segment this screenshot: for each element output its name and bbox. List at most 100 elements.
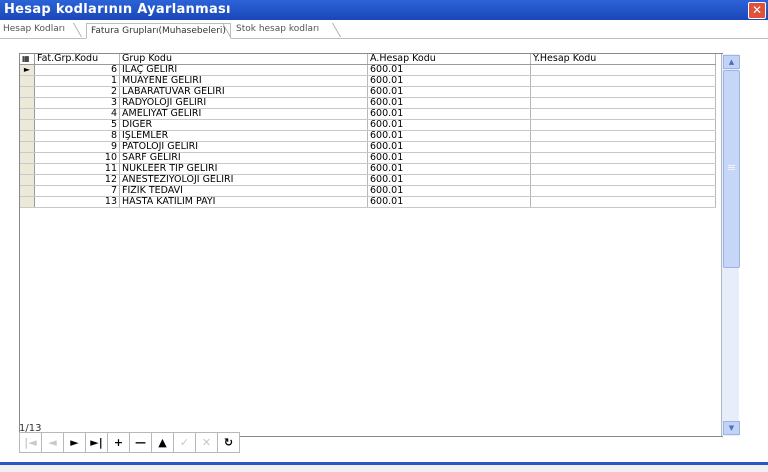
table-row[interactable]: 8 İŞLEMLER 600.01 [20, 130, 716, 142]
y-hesap-kodu-cell[interactable] [530, 119, 716, 131]
y-hesap-kodu-cell[interactable] [530, 86, 716, 98]
nav-cancel-button[interactable]: ✕ [195, 432, 218, 453]
a-hesap-kodu-cell[interactable]: 600.01 [367, 130, 531, 142]
fat-grp-kodu-cell[interactable]: 10 [34, 152, 120, 164]
grup-kodu-cell[interactable]: DİĞER [119, 119, 368, 131]
a-hesap-kodu-cell[interactable]: 600.01 [367, 174, 531, 186]
row-indicator[interactable] [20, 97, 35, 109]
row-indicator[interactable] [20, 185, 35, 197]
a-hesap-kodu-cell[interactable]: 600.01 [367, 97, 531, 109]
grup-kodu-cell[interactable]: LABARATUVAR GELİRİ [119, 86, 368, 98]
row-indicator[interactable] [20, 130, 35, 142]
fat-grp-kodu-cell[interactable]: 12 [34, 174, 120, 186]
tab-fatura-gruplari[interactable]: Fatura Grupları(Muhasebeleri) [86, 23, 231, 39]
tab-hesap-kodlari[interactable]: Hesap Kodları [3, 22, 65, 36]
grup-kodu-cell[interactable]: RADYOLOJİ GELİRİ [119, 97, 368, 109]
y-hesap-kodu-cell[interactable] [530, 108, 716, 120]
fat-grp-kodu-cell[interactable]: 1 [34, 75, 120, 87]
y-hesap-kodu-cell[interactable] [530, 163, 716, 175]
grup-kodu-cell[interactable]: İŞLEMLER [119, 130, 368, 142]
fat-grp-kodu-cell[interactable]: 6 [34, 64, 120, 76]
a-hesap-kodu-cell[interactable]: 600.01 [367, 152, 531, 164]
fat-grp-kodu-cell[interactable]: 4 [34, 108, 120, 120]
nav-next-button[interactable]: ► [63, 432, 86, 453]
current-row-indicator[interactable]: ► [20, 64, 35, 76]
column-header-fat-grp-kodu[interactable]: Fat.Grp.Kodu [34, 54, 120, 65]
y-hesap-kodu-cell[interactable] [530, 64, 716, 76]
y-hesap-kodu-cell[interactable] [530, 141, 716, 153]
a-hesap-kodu-cell[interactable]: 600.01 [367, 108, 531, 120]
row-indicator[interactable] [20, 141, 35, 153]
table-row[interactable]: 3 RADYOLOJİ GELİRİ 600.01 [20, 97, 716, 109]
nav-last-button[interactable]: ►| [85, 432, 108, 453]
row-indicator[interactable] [20, 75, 35, 87]
table-row[interactable]: 9 PATOLOJİ GELİRİ 600.01 [20, 141, 716, 153]
a-hesap-kodu-cell[interactable]: 600.01 [367, 86, 531, 98]
y-hesap-kodu-cell[interactable] [530, 174, 716, 186]
grup-kodu-cell[interactable]: HASTA KATILIM PAYI [119, 196, 368, 208]
fat-grp-kodu-cell[interactable]: 3 [34, 97, 120, 109]
row-indicator[interactable] [20, 152, 35, 164]
y-hesap-kodu-cell[interactable] [530, 152, 716, 164]
a-hesap-kodu-cell[interactable]: 600.01 [367, 119, 531, 131]
table-row[interactable]: 10 SARF GELİRİ 600.01 [20, 152, 716, 164]
column-header-y-hesap-kodu[interactable]: Y.Hesap Kodu [530, 54, 716, 65]
row-indicator[interactable] [20, 119, 35, 131]
a-hesap-kodu-cell[interactable]: 600.01 [367, 185, 531, 197]
a-hesap-kodu-cell[interactable]: 600.01 [367, 75, 531, 87]
fat-grp-kodu-cell[interactable]: 2 [34, 86, 120, 98]
fat-grp-kodu-cell[interactable]: 9 [34, 141, 120, 153]
grup-kodu-cell[interactable]: İLAÇ GELİRİ [119, 64, 368, 76]
fat-grp-kodu-cell[interactable]: 5 [34, 119, 120, 131]
table-row[interactable]: 11 NÜKLEER TIP GELİRİ 600.01 [20, 163, 716, 175]
grup-kodu-cell[interactable]: ANESTEZİYOLOJİ GELİRİ [119, 174, 368, 186]
table-row[interactable]: 12 ANESTEZİYOLOJİ GELİRİ 600.01 [20, 174, 716, 186]
nav-post-button[interactable]: ✓ [173, 432, 196, 453]
a-hesap-kodu-cell[interactable]: 600.01 [367, 141, 531, 153]
tab-stok-hesap-kodlari[interactable]: Stok hesap kodları [236, 22, 319, 36]
table-row[interactable]: 13 HASTA KATILIM PAYI 600.01 [20, 196, 716, 208]
grup-kodu-cell[interactable]: FİZİK TEDAVİ [119, 185, 368, 197]
row-indicator[interactable] [20, 108, 35, 120]
grup-kodu-cell[interactable]: NÜKLEER TIP GELİRİ [119, 163, 368, 175]
fat-grp-kodu-cell[interactable]: 7 [34, 185, 120, 197]
grup-kodu-cell[interactable]: AMELİYAT GELİRİ [119, 108, 368, 120]
nav-refresh-button[interactable]: ↻ [217, 432, 240, 453]
scroll-thumb[interactable] [723, 70, 740, 268]
a-hesap-kodu-cell[interactable]: 600.01 [367, 163, 531, 175]
nav-first-button[interactable]: |◄ [19, 432, 42, 453]
column-header-a-hesap-kodu[interactable]: A.Hesap Kodu [367, 54, 531, 65]
grup-kodu-cell[interactable]: PATOLOJİ GELİRİ [119, 141, 368, 153]
scroll-up-button[interactable]: ▲ [723, 55, 740, 69]
nav-edit-button[interactable]: ▲ [151, 432, 174, 453]
grid-corner-icon[interactable]: ▦ [20, 54, 35, 65]
row-indicator[interactable] [20, 86, 35, 98]
row-indicator[interactable] [20, 196, 35, 208]
grup-kodu-cell[interactable]: SARF GELİRİ [119, 152, 368, 164]
table-row[interactable]: ► 6 İLAÇ GELİRİ 600.01 [20, 64, 716, 76]
table-row[interactable]: 1 MUAYENE GELİRİ 600.01 [20, 75, 716, 87]
fat-grp-kodu-cell[interactable]: 11 [34, 163, 120, 175]
vertical-scrollbar[interactable]: ▲ ▼ [721, 54, 740, 436]
table-row[interactable]: 4 AMELİYAT GELİRİ 600.01 [20, 108, 716, 120]
table-row[interactable]: 7 FİZİK TEDAVİ 600.01 [20, 185, 716, 197]
close-button[interactable]: ✕ [748, 2, 766, 19]
y-hesap-kodu-cell[interactable] [530, 97, 716, 109]
a-hesap-kodu-cell[interactable]: 600.01 [367, 64, 531, 76]
y-hesap-kodu-cell[interactable] [530, 75, 716, 87]
a-hesap-kodu-cell[interactable]: 600.01 [367, 196, 531, 208]
y-hesap-kodu-cell[interactable] [530, 196, 716, 208]
grup-kodu-cell[interactable]: MUAYENE GELİRİ [119, 75, 368, 87]
fat-grp-kodu-cell[interactable]: 8 [34, 130, 120, 142]
row-indicator[interactable] [20, 163, 35, 175]
nav-delete-button[interactable]: — [129, 432, 152, 453]
table-row[interactable]: 5 DİĞER 600.01 [20, 119, 716, 131]
fat-grp-kodu-cell[interactable]: 13 [34, 196, 120, 208]
nav-prior-button[interactable]: ◄ [41, 432, 64, 453]
row-indicator[interactable] [20, 174, 35, 186]
y-hesap-kodu-cell[interactable] [530, 130, 716, 142]
y-hesap-kodu-cell[interactable] [530, 185, 716, 197]
scroll-down-button[interactable]: ▼ [723, 421, 740, 435]
column-header-grup-kodu[interactable]: Grup Kodu [119, 54, 368, 65]
table-row[interactable]: 2 LABARATUVAR GELİRİ 600.01 [20, 86, 716, 98]
